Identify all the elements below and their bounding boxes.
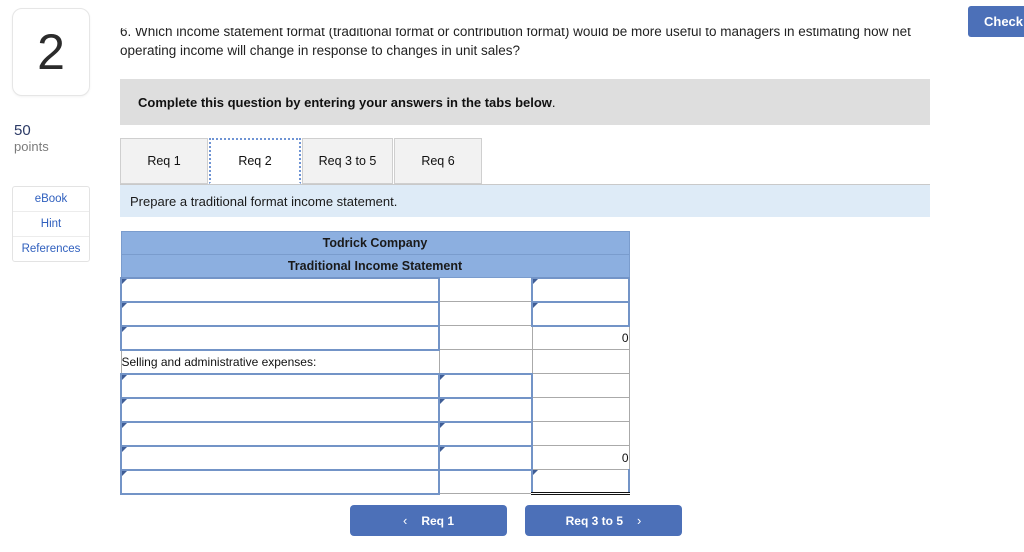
row-2-amount-input[interactable] — [531, 300, 630, 327]
row-9-net-operating-income-input[interactable] — [531, 469, 630, 496]
row-5-label-input[interactable] — [120, 372, 440, 399]
prev-requirement-label: Req 1 — [421, 513, 455, 528]
table-row: 0 — [120, 444, 630, 471]
tab-req-1[interactable]: Req 1 — [120, 138, 208, 185]
row-7-amount-input[interactable] — [438, 420, 533, 447]
row-3-amount-total: 0 — [531, 325, 630, 351]
question-page: 2 50 points eBook Hint References Check … — [0, 0, 1024, 552]
selling-admin-expenses-label: Selling and administrative expenses: — [120, 349, 440, 375]
tab-req-2[interactable]: Req 2 — [209, 138, 301, 185]
references-link[interactable]: References — [13, 237, 89, 261]
row-9-col2 — [438, 469, 533, 495]
row-5-amount-input[interactable] — [438, 372, 533, 399]
next-requirement-button[interactable]: Req 3 to 5 › — [525, 505, 682, 536]
table-row — [120, 300, 630, 327]
row-2-label-input[interactable] — [120, 300, 440, 327]
hint-link[interactable]: Hint — [13, 212, 89, 237]
table-row — [120, 468, 630, 496]
question-rail: 2 50 points eBook Hint References — [12, 8, 104, 262]
points-block: 50 points — [12, 122, 104, 156]
worksheet-statement-title: Traditional Income Statement — [120, 254, 630, 279]
points-value: 50 — [14, 122, 31, 139]
row-2-col2 — [438, 301, 533, 327]
worksheet-title-row: Todrick Company — [120, 231, 630, 256]
chevron-right-icon: › — [637, 513, 642, 528]
row-1-amount-input[interactable] — [531, 276, 630, 303]
table-row: Selling and administrative expenses: — [120, 349, 630, 375]
row-8-amount-total: 0 — [531, 445, 630, 471]
row-7-col3 — [531, 421, 630, 447]
question-number-card: 2 — [12, 8, 90, 96]
question-number: 2 — [37, 24, 65, 80]
income-statement-worksheet: Todrick Company Traditional Income State… — [120, 231, 630, 496]
tab-req-6[interactable]: Req 6 — [394, 138, 482, 185]
points-label: points — [14, 139, 49, 155]
worksheet-company-title: Todrick Company — [120, 231, 630, 256]
question-text-line-2: operating income will change in response… — [120, 43, 520, 58]
table-row — [120, 396, 630, 423]
next-requirement-label: Req 3 to 5 — [565, 513, 623, 528]
ebook-link[interactable]: eBook — [13, 187, 89, 212]
question-text-line-1-clipped: 6. Which income statement format (tradit… — [120, 28, 911, 39]
row-1-label-input[interactable] — [120, 276, 440, 303]
row-5-col3 — [531, 373, 630, 399]
main-column: 6. Which income statement format (tradit… — [120, 0, 950, 496]
row-6-amount-input[interactable] — [438, 396, 533, 423]
row-8-amount-input[interactable] — [438, 444, 533, 471]
tab-req-3-to-5[interactable]: Req 3 to 5 — [302, 138, 393, 185]
requirement-nav: ‹ Req 1 Req 3 to 5 › — [350, 505, 690, 536]
row-6-label-input[interactable] — [120, 396, 440, 423]
row-4-col2 — [438, 349, 533, 375]
worksheet-subtitle-row: Traditional Income Statement — [120, 254, 630, 279]
requirement-tabs: Req 1 Req 2 Req 3 to 5 Req 6 — [120, 138, 930, 186]
row-7-label-input[interactable] — [120, 420, 440, 447]
table-row — [120, 372, 630, 399]
row-4-col3 — [531, 349, 630, 375]
table-row — [120, 420, 630, 447]
complete-question-banner-period: . — [551, 94, 556, 110]
requirement-instruction: Prepare a traditional format income stat… — [120, 185, 930, 218]
table-row — [120, 276, 630, 303]
row-8-label-input[interactable] — [120, 444, 440, 471]
row-9-label-input[interactable] — [120, 468, 440, 495]
resource-link-stack: eBook Hint References — [12, 185, 90, 262]
row-1-col2 — [438, 277, 533, 303]
table-row: 0 — [120, 324, 630, 351]
row-3-col2 — [438, 325, 533, 351]
chevron-left-icon: ‹ — [402, 513, 408, 528]
row-6-col3 — [531, 397, 630, 423]
prev-requirement-button[interactable]: ‹ Req 1 — [350, 505, 507, 536]
complete-question-banner-text: Complete this question by entering your … — [138, 94, 552, 110]
row-3-label-input[interactable] — [120, 324, 440, 351]
check-button[interactable]: Check — [968, 6, 1024, 37]
complete-question-banner: Complete this question by entering your … — [120, 79, 930, 126]
question-text: 6. Which income statement format (tradit… — [120, 28, 932, 60]
